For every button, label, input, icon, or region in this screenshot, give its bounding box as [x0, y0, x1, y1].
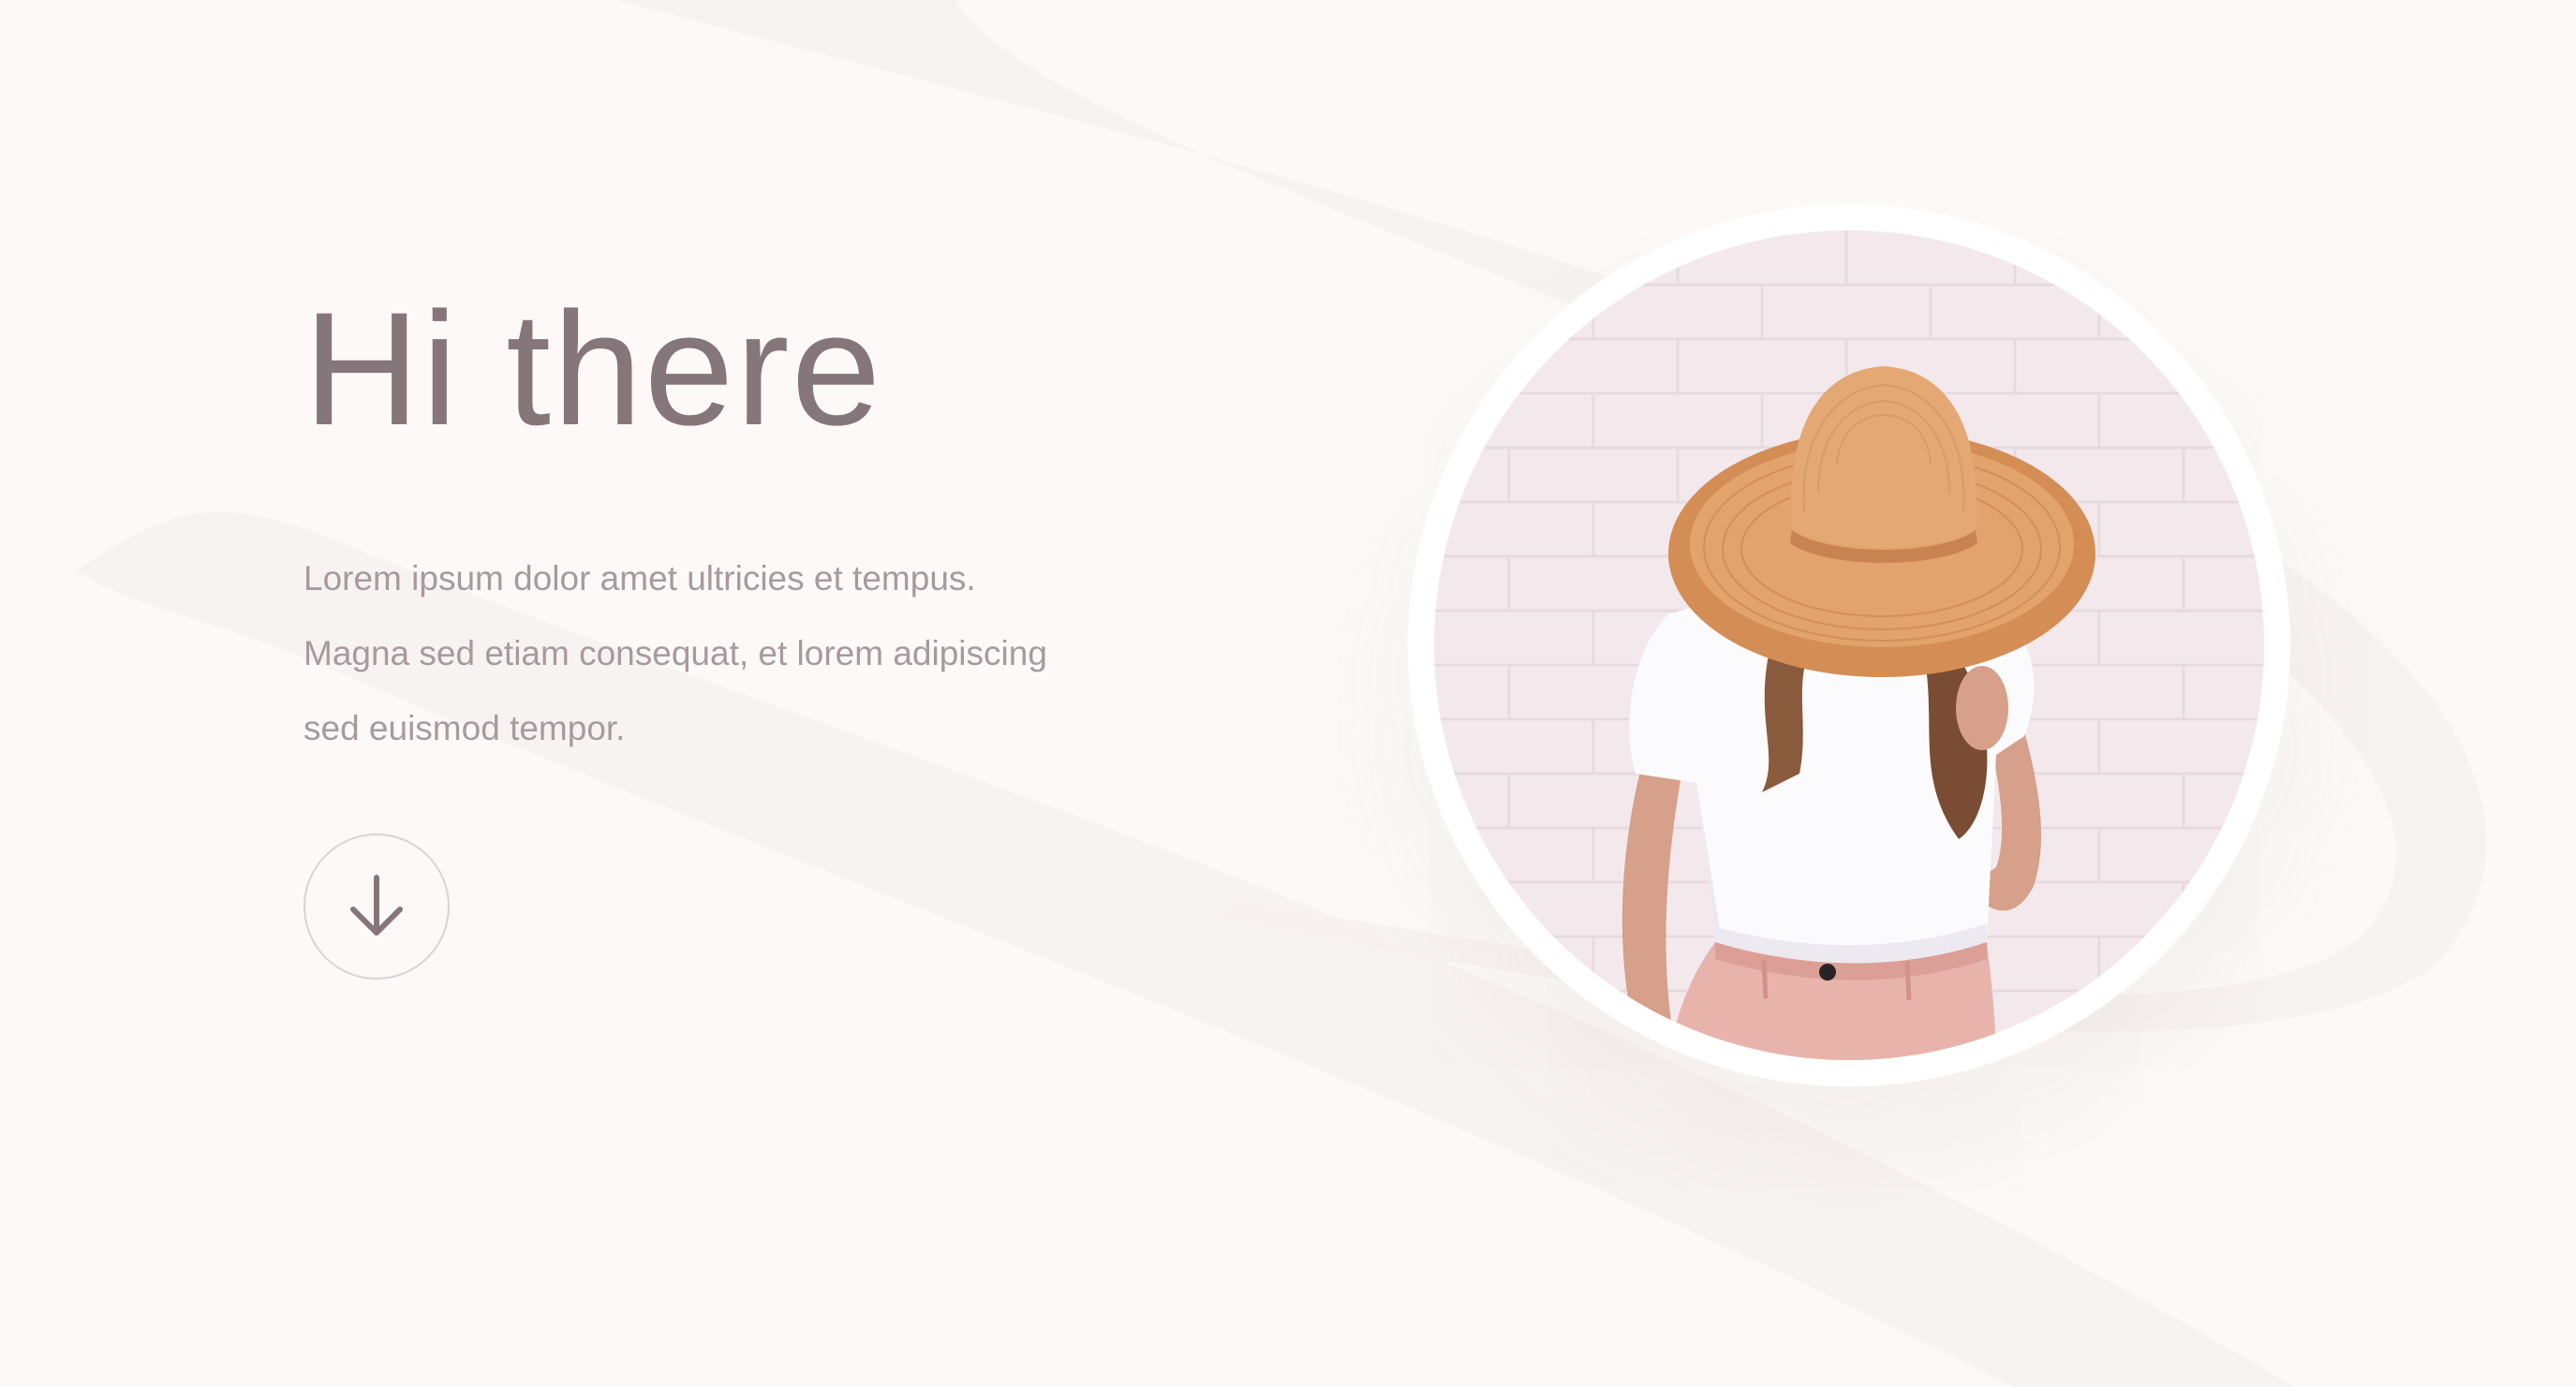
- woman-in-sun-hat-illustration: [1434, 230, 2264, 1060]
- hero-description-line: Magna sed etiam consequat, et lorem adip…: [303, 634, 1047, 672]
- portrait-frame: [1408, 204, 2290, 1086]
- arrow-down-icon: [350, 875, 403, 936]
- hero-description-line: sed euismod tempor.: [303, 709, 626, 747]
- hero-section: Hi there Lorem ipsum dolor amet ultricie…: [0, 0, 2576, 1387]
- hero-description: Lorem ipsum dolor amet ultricies et temp…: [303, 541, 1203, 766]
- page-title: Hi there: [303, 279, 883, 459]
- hero-description-line: Lorem ipsum dolor amet ultricies et temp…: [303, 559, 976, 598]
- portrait-image: [1434, 230, 2264, 1060]
- scroll-down-button[interactable]: [303, 834, 450, 980]
